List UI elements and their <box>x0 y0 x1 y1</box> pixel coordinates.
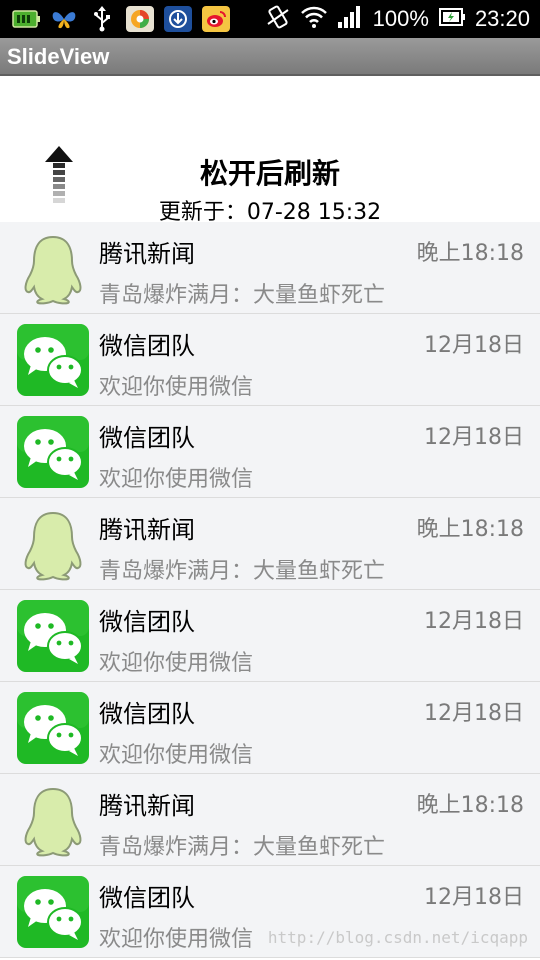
pull-to-refresh-header: 松开后刷新 更新于：07-28 15:32 <box>0 76 540 225</box>
list-item[interactable]: 微信团队 12月18日欢迎你使用微信 <box>0 406 540 498</box>
list-item-time: 晚上18:18 <box>416 793 524 818</box>
list-item[interactable]: 微信团队 12月18日欢迎你使用微信 <box>0 682 540 774</box>
list-item-title: 微信团队 <box>99 332 195 360</box>
signal-icon <box>337 5 363 33</box>
downloader-icon <box>164 6 192 32</box>
list-item-time: 12月18日 <box>424 885 524 910</box>
weibo-icon <box>202 6 230 32</box>
wechat-icon <box>16 875 90 949</box>
qq-penguin-icon <box>16 783 90 857</box>
list-item-title: 微信团队 <box>99 884 195 912</box>
list-item-message: 青岛爆炸满月：大量鱼虾死亡 <box>99 559 386 584</box>
battery-app-icon <box>12 6 40 32</box>
list-item[interactable]: 腾讯新闻 晚上18:18 青岛爆炸满月：大量鱼虾死亡 <box>0 774 540 866</box>
list-item[interactable]: 腾讯新闻 晚上18:18 青岛爆炸满月：大量鱼虾死亡 <box>0 498 540 590</box>
list-item[interactable]: 微信团队 12月18日欢迎你使用微信 <box>0 590 540 682</box>
list-item-title: 腾讯新闻 <box>99 240 195 268</box>
clock: 23:20 <box>474 6 530 31</box>
list-item-title: 腾讯新闻 <box>99 516 195 544</box>
system-indicators: 100% 23:20 <box>265 4 530 34</box>
status-bar: 100% 23:20 <box>0 0 540 38</box>
usb-icon <box>88 6 116 32</box>
battery-percent: 100% <box>372 6 429 31</box>
qq-penguin-icon <box>16 231 90 305</box>
wechat-icon <box>16 599 90 673</box>
list-item-time: 晚上18:18 <box>416 241 524 266</box>
watermark: http://blog.csdn.net/icqapp <box>267 928 528 947</box>
list-item-time: 12月18日 <box>424 425 524 450</box>
list-item-message: 欢迎你使用微信 <box>99 467 254 492</box>
list-item-time: 12月18日 <box>424 701 524 726</box>
list-item-time: 晚上18:18 <box>416 517 524 542</box>
list-item-title: 微信团队 <box>99 608 195 636</box>
list-item[interactable]: 微信团队 12月18日欢迎你使用微信 <box>0 314 540 406</box>
list-item-title: 微信团队 <box>99 424 195 452</box>
list-item-message: 欢迎你使用微信 <box>99 375 254 400</box>
battery-icon <box>438 6 465 32</box>
refresh-status-text: 松开后刷新 <box>199 157 340 190</box>
list-item-message: 欢迎你使用微信 <box>99 651 254 676</box>
butterfly-icon <box>50 6 78 32</box>
list-item-title: 微信团队 <box>99 700 195 728</box>
qq-penguin-icon <box>16 507 90 581</box>
notification-icons <box>12 6 230 32</box>
list-item-message: 青岛爆炸满月：大量鱼虾死亡 <box>99 283 386 308</box>
list-item-title: 腾讯新闻 <box>99 792 195 820</box>
list-item-time: 12月18日 <box>424 333 524 358</box>
app-title: SlideView <box>7 44 110 69</box>
list-item-message: 青岛爆炸满月：大量鱼虾死亡 <box>99 835 386 860</box>
browser-icon <box>126 6 154 32</box>
vibrate-icon <box>265 4 291 34</box>
wifi-icon <box>300 5 327 33</box>
list-item-message: 欢迎你使用微信 <box>99 743 254 768</box>
message-list[interactable]: 腾讯新闻 晚上18:18 青岛爆炸满月：大量鱼虾死亡 微信团队 12月18日 欢迎你使用微… <box>0 222 540 960</box>
wechat-icon <box>16 691 90 765</box>
list-item[interactable]: 腾讯新闻 晚上18:18 青岛爆炸满月：大量鱼虾死亡 <box>0 222 540 314</box>
action-bar: SlideView <box>0 38 540 76</box>
wechat-icon <box>16 323 90 397</box>
list-item-message: 欢迎你使用微信 <box>99 927 254 952</box>
list-item-time: 12月18日 <box>424 609 524 634</box>
wechat-icon <box>16 415 90 489</box>
